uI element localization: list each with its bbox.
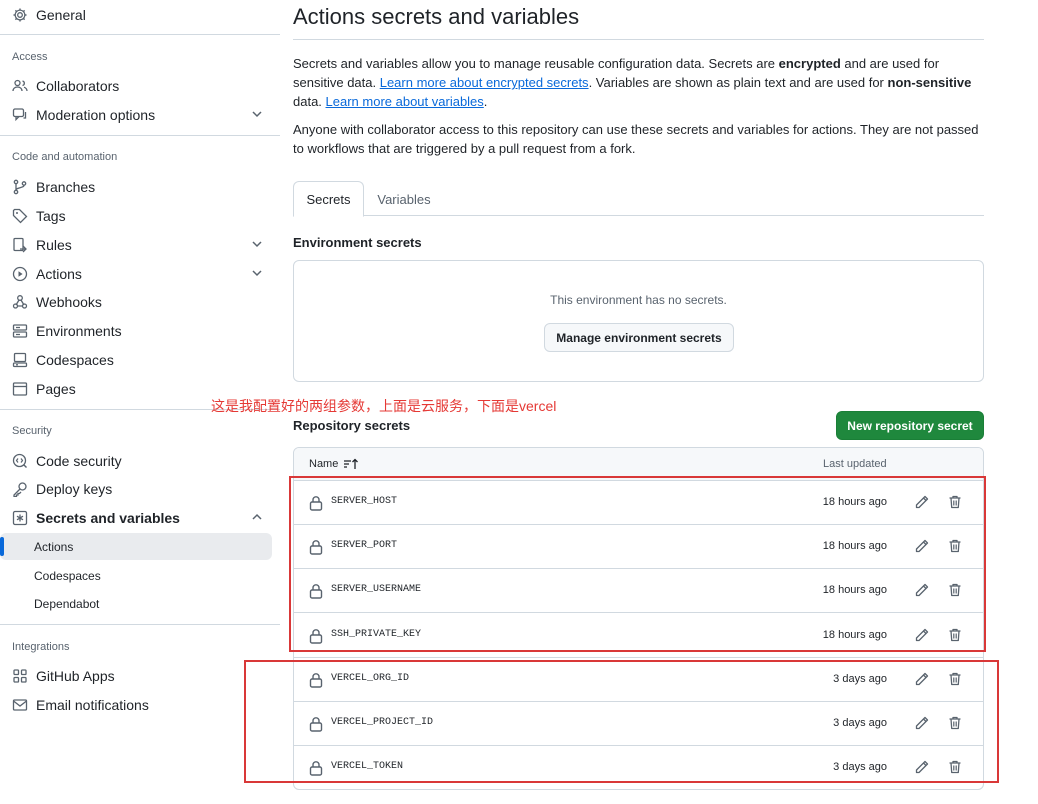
sidebar-item-actions[interactable]: Actions [0,259,272,288]
apps-icon [12,668,28,684]
sidebar-item-label: Webhooks [36,293,102,310]
chevron-down-icon [252,241,262,248]
sidebar-item-label: Actions [36,265,82,282]
git-branch-icon [12,179,28,195]
sidebar-item-label: Email notifications [36,696,149,713]
sidebar-item-tags[interactable]: Tags [0,201,272,230]
annotation-text: 这是我配置好的两组参数，上面是云服务，下面是vercel [211,398,557,414]
annotation-box-server [289,476,986,652]
section-heading-access: Access [12,51,48,63]
chevron-down-icon [252,111,262,118]
sidebar-item-github-apps[interactable]: GitHub Apps [0,661,272,690]
title-divider [293,39,984,40]
sort-by-name[interactable]: Name [309,458,359,470]
section-heading-integrations: Integrations [12,641,70,653]
column-header-name: Name [309,458,339,470]
sidebar-item-label: Code security [36,452,122,469]
key-asterisk-icon [12,510,28,526]
codespaces-icon [12,352,28,368]
sidebar-item-label: Codespaces [36,351,114,368]
tag-icon [12,208,28,224]
sidebar-item-moderation[interactable]: Moderation options [0,100,272,129]
gear-icon [12,7,28,23]
comment-discussion-icon [12,107,28,123]
annotation-box-vercel [244,660,999,783]
learn-more-secrets-link[interactable]: Learn more about encrypted secrets [380,75,589,90]
column-header-last-updated: Last updated [823,458,887,470]
sidebar-item-collaborators[interactable]: Collaborators [0,71,272,100]
sidebar-item-label: Secrets and variables [36,509,180,526]
empty-state-text: This environment has no secrets. [550,293,727,307]
tab-bar: Secrets Variables [293,181,984,217]
environment-secrets-box: This environment has no secrets. Manage … [293,260,984,382]
tab-secrets[interactable]: Secrets [293,181,364,217]
new-repository-secret-button[interactable]: New repository secret [836,411,984,440]
play-icon [12,266,28,282]
tab-variables[interactable]: Variables [367,181,441,217]
page-title: Actions secrets and variables [293,4,580,29]
sidebar-divider [0,624,280,625]
chevron-up-icon [252,513,262,520]
key-icon [12,481,28,497]
intro-paragraph: Secrets and variables allow you to manag… [293,54,985,111]
sidebar-item-label: Collaborators [36,77,120,94]
sidebar-item-secrets-variables[interactable]: Secrets and variables [0,503,272,532]
section-heading-code-automation: Code and automation [12,151,118,163]
sidebar-subitem-label: Codespaces [34,568,101,583]
chevron-down-icon [252,270,262,277]
manage-environment-secrets-button[interactable]: Manage environment secrets [544,323,734,352]
browser-icon [12,381,28,397]
sidebar-divider [0,135,280,136]
sidebar-item-rules[interactable]: Rules [0,230,272,259]
sidebar-item-deploy-keys[interactable]: Deploy keys [0,474,272,503]
sidebar-item-email-notifications[interactable]: Email notifications [0,690,272,719]
intro-text: Secrets and variables allow you to manag… [293,56,779,71]
sidebar-item-code-security[interactable]: Code security [0,446,272,475]
learn-more-variables-link[interactable]: Learn more about variables [326,94,484,109]
sidebar-item-label: Tags [36,207,66,224]
intro-text: . [483,94,488,109]
sidebar-item-label: Rules [36,236,72,253]
sidebar-subitem-label: Dependabot [34,596,100,611]
webhook-icon [12,294,28,310]
sort-asc-icon [344,458,359,469]
repository-secrets-heading: Repository secrets [293,418,411,433]
sidebar-divider [0,34,280,35]
intro-text: . Variables are shown as plain text and … [588,75,888,90]
intro-bold: encrypted [778,56,841,71]
people-icon [12,78,28,94]
sidebar-item-branches[interactable]: Branches [0,172,272,201]
sidebar-item-label: Moderation options [36,106,156,123]
sidebar-subitem-codespaces[interactable]: Codespaces [0,562,272,589]
section-heading-security: Security [12,425,52,437]
intro-bold: non-sensitive [887,75,972,90]
sidebar-item-codespaces[interactable]: Codespaces [0,345,272,374]
sidebar-item-label: Branches [36,178,96,195]
sidebar-item-label: Deploy keys [36,480,113,497]
repo-push-icon [12,237,28,253]
sidebar-item-general[interactable]: General [0,0,272,29]
server-icon [12,323,28,339]
mail-icon [12,697,28,713]
sidebar-item-label: GitHub Apps [36,667,115,684]
environment-secrets-heading: Environment secrets [293,235,422,250]
sidebar-item-label: Pages [36,380,76,397]
sidebar-item-label: Environments [36,322,122,339]
sidebar-subitem-dependabot[interactable]: Dependabot [0,590,272,617]
intro-text: data. [293,94,326,109]
sidebar-item-label: General [36,6,86,23]
codescan-icon [12,453,28,469]
sidebar-item-environments[interactable]: Environments [0,316,272,345]
sidebar-item-webhooks[interactable]: Webhooks [0,287,272,316]
collaborator-note: Anyone with collaborator access to this … [293,122,979,156]
sidebar-subitem-label: Actions [34,539,74,554]
sidebar-subitem-actions[interactable]: Actions [0,533,272,560]
